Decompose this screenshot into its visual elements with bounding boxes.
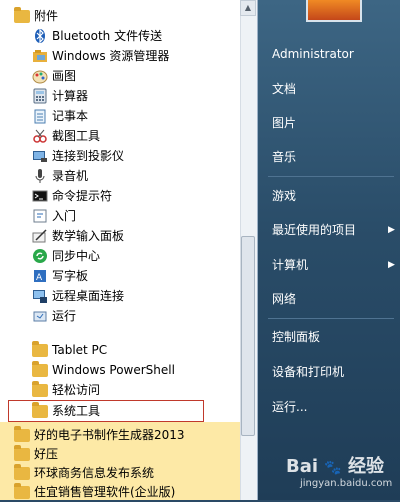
folder-icon — [14, 426, 30, 442]
remote-desktop-icon — [33, 290, 47, 303]
user-avatar[interactable] — [306, 0, 362, 22]
svg-text:A: A — [36, 273, 43, 283]
menu-item-label: 同步中心 — [52, 249, 101, 263]
folder-accessories-label: 附件 — [34, 9, 59, 23]
folder-icon — [14, 7, 30, 23]
menu-item-label: 计算器 — [52, 89, 89, 103]
right-item-music[interactable]: 音乐 — [272, 146, 296, 168]
paint-icon — [32, 70, 48, 84]
run-icon — [33, 311, 47, 322]
right-item-devices-printers[interactable]: 设备和打印机 — [272, 361, 344, 383]
menu-item-label: 录音机 — [52, 169, 89, 183]
right-item-run[interactable]: 运行... — [272, 396, 307, 418]
menu-item-label: 好的电子书制作生成器2013 — [34, 428, 185, 442]
watermark-url: jingyan.baidu.com — [300, 478, 393, 489]
sync-center-icon — [33, 249, 47, 263]
menu-item-label: Bluetooth 文件传送 — [52, 29, 163, 43]
right-item-games[interactable]: 游戏 — [272, 185, 296, 207]
right-item-pictures[interactable]: 图片 — [272, 112, 296, 134]
snipping-tool-icon — [33, 129, 47, 143]
menu-item-label: 远程桌面连接 — [52, 289, 125, 303]
notepad-icon — [34, 109, 46, 124]
microphone-icon — [35, 169, 45, 183]
selection-outline — [8, 400, 204, 422]
menu-item-label: 写字板 — [52, 269, 89, 283]
bluetooth-icon — [35, 28, 45, 44]
menu-item-label: 好压 — [34, 447, 59, 461]
menu-item-label: 轻松访问 — [52, 383, 101, 397]
start-menu-right-panel — [258, 0, 400, 500]
divider — [268, 176, 394, 177]
folder-icon — [14, 445, 30, 461]
folder-icon — [32, 341, 48, 357]
menu-item-label: 命令提示符 — [52, 189, 113, 203]
menu-item-label: 入门 — [52, 209, 77, 223]
folder-icon — [14, 483, 30, 499]
watermark-brand-suffix: 经验 — [348, 456, 385, 477]
folder-icon — [32, 361, 48, 377]
baidu-watermark: Bai 🐾 经验 — [286, 452, 384, 478]
folder-icon — [14, 464, 30, 480]
getting-started-icon — [33, 209, 47, 223]
scrollbar-thumb[interactable] — [241, 236, 255, 436]
right-item-network[interactable]: 网络 — [272, 288, 296, 310]
chevron-right-icon: ▶ — [388, 260, 395, 270]
menu-item-label: Tablet PC — [52, 343, 108, 357]
cmd-icon — [32, 190, 48, 202]
calculator-icon — [33, 88, 47, 104]
right-item-control-panel[interactable]: 控制面板 — [272, 326, 320, 348]
menu-item-label: 运行 — [52, 309, 77, 323]
menu-item-label: 画图 — [52, 69, 77, 83]
menu-item-label: 住宜销售管理软件(企业版) — [34, 485, 176, 499]
menu-item-label: Windows PowerShell — [52, 363, 175, 377]
menu-item-label: 截图工具 — [52, 129, 101, 143]
explorer-icon — [33, 50, 47, 62]
menu-item-label: Windows 资源管理器 — [52, 49, 170, 63]
all-programs-panel: 附件 Bluetooth 文件传送 Windows 资源管理器 画图 计算器 记… — [0, 0, 258, 500]
scroll-up-button[interactable]: ▲ — [240, 0, 256, 16]
menu-item-label: 记事本 — [52, 109, 89, 123]
projector-icon — [33, 151, 47, 162]
paw-icon: 🐾 — [324, 460, 342, 476]
folder-icon — [32, 381, 48, 397]
chevron-right-icon: ▶ — [388, 225, 395, 235]
right-item-computer[interactable]: 计算机 — [272, 254, 308, 276]
right-item-documents[interactable]: 文档 — [272, 78, 296, 100]
menu-item-label: 数学输入面板 — [52, 229, 125, 243]
watermark-brand: Bai — [286, 456, 319, 477]
user-name[interactable]: Administrator — [272, 43, 354, 65]
divider — [268, 318, 394, 319]
wordpad-icon: A — [34, 270, 46, 283]
menu-item-label: 连接到投影仪 — [52, 149, 125, 163]
right-item-recent-items[interactable]: 最近使用的项目 — [272, 219, 356, 241]
menu-item-label: 环球商务信息发布系统 — [34, 466, 155, 480]
math-input-icon — [32, 229, 47, 243]
